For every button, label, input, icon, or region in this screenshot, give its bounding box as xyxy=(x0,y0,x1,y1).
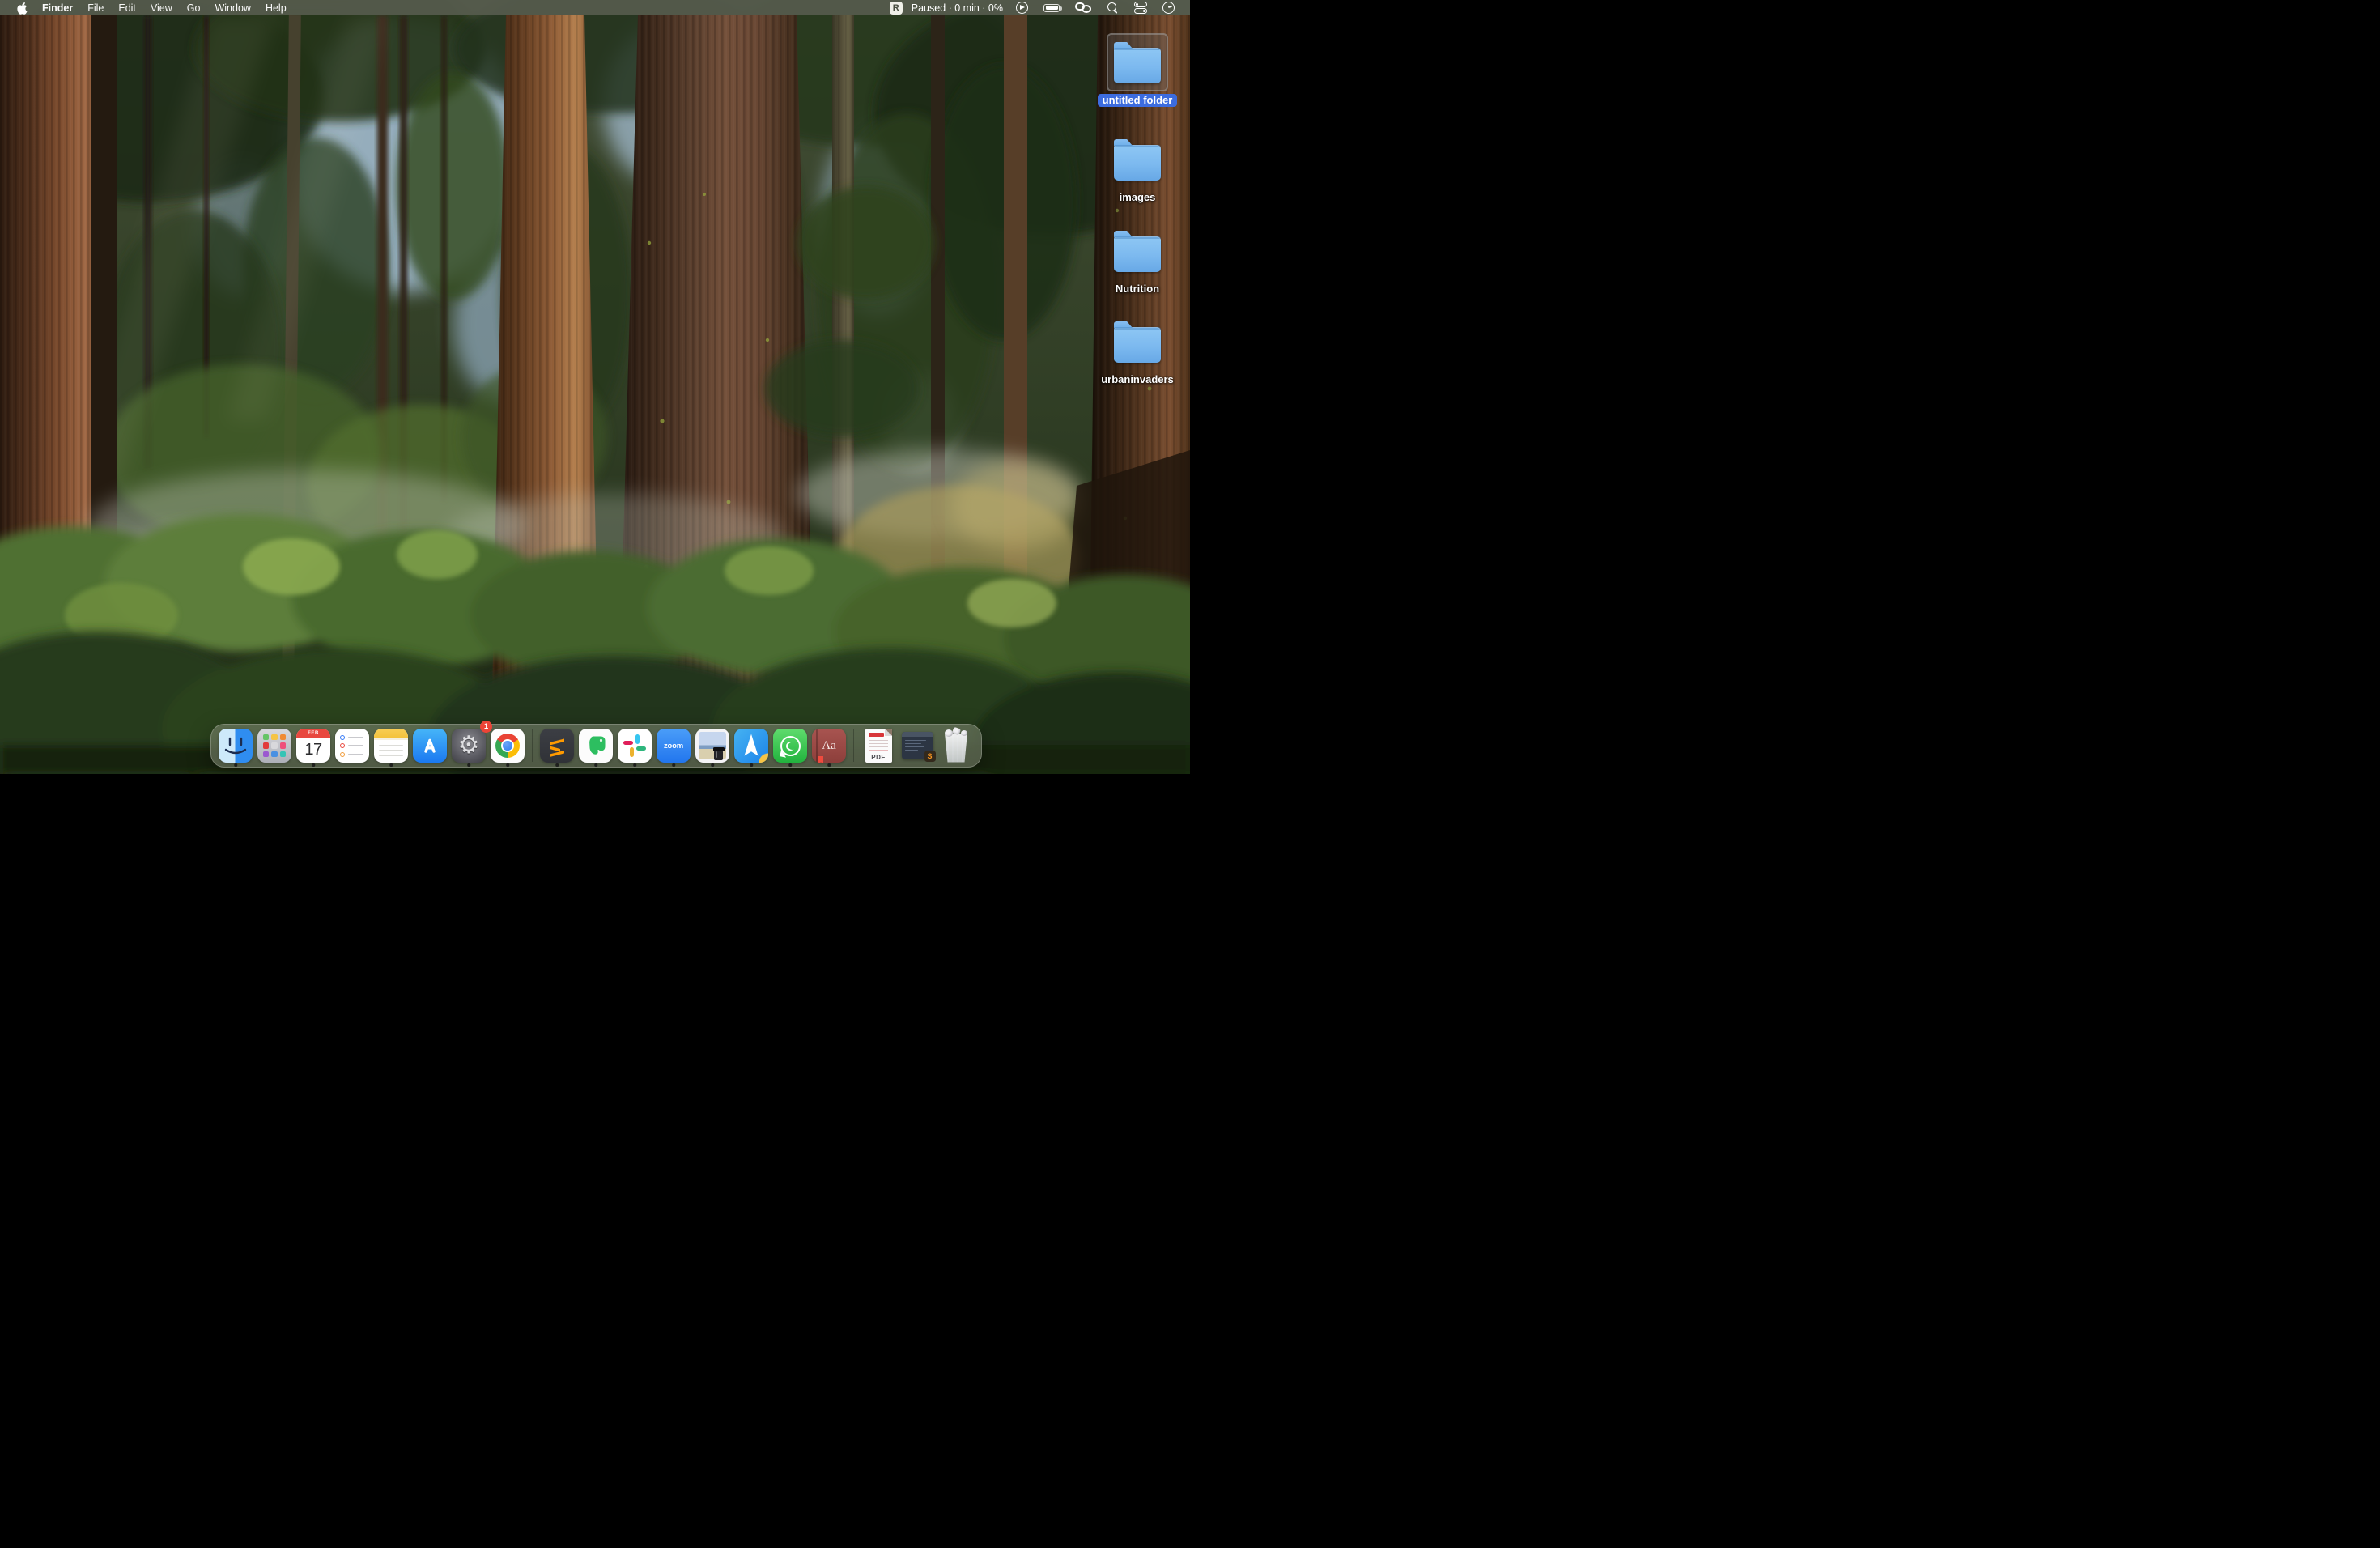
menu-go[interactable]: Go xyxy=(180,0,208,15)
calendar-month: FEB xyxy=(296,729,330,738)
dock-slack[interactable] xyxy=(615,724,654,768)
dock-zoom[interactable]: zoom xyxy=(654,724,693,768)
trash-full-icon xyxy=(942,729,971,763)
dock-app-store[interactable] xyxy=(410,724,449,768)
menu-finder[interactable]: Finder xyxy=(35,0,80,15)
tracker-status-text[interactable]: Paused · 0 min · 0% xyxy=(912,2,1003,14)
folder-icon xyxy=(1114,236,1161,272)
folder-label: untitled folder xyxy=(1098,94,1178,107)
dock: FEB 17 xyxy=(210,724,982,768)
dock-calendar[interactable]: FEB 17 xyxy=(294,724,333,768)
dock-trash[interactable] xyxy=(937,724,975,768)
menu-window[interactable]: Window xyxy=(207,0,257,15)
reminders-icon xyxy=(335,729,369,763)
minimized-sublime-window-icon: S xyxy=(902,732,933,759)
sublime-badge-icon: S xyxy=(924,751,936,762)
folder-label: urbaninvaders xyxy=(1101,373,1174,386)
wallpaper-forest xyxy=(0,0,1190,774)
dock-evernote[interactable] xyxy=(576,724,615,768)
folder-icon xyxy=(1114,327,1161,363)
battery-icon[interactable] xyxy=(1039,0,1064,15)
dictionary-icon: Aa xyxy=(812,729,846,763)
menu-bar: Finder File Edit View Go Window Help R P… xyxy=(0,0,1190,15)
control-center-icon[interactable] xyxy=(1130,0,1151,15)
dictionary-aa-label: Aa xyxy=(822,739,836,753)
image-viewer-icon xyxy=(695,729,729,763)
pdf-label: PDF xyxy=(865,754,892,761)
dock-minimized-window[interactable]: S xyxy=(898,724,937,768)
play-circle-icon[interactable] xyxy=(1012,0,1032,15)
dock-system-settings[interactable]: ⚙ 1 xyxy=(449,724,488,768)
spark-mail-icon xyxy=(734,729,768,763)
menu-edit[interactable]: Edit xyxy=(111,0,143,15)
link-icon[interactable] xyxy=(1071,0,1095,15)
dock-separator xyxy=(532,729,533,762)
dock-pdf-document[interactable]: PDF xyxy=(859,724,898,768)
dock-notes[interactable] xyxy=(372,724,410,768)
desktop-folder-urbaninvaders[interactable]: urbaninvaders xyxy=(1089,313,1186,386)
sublime-text-icon xyxy=(540,729,574,763)
chrome-icon xyxy=(491,729,525,763)
apple-menu[interactable] xyxy=(10,0,35,15)
menu-file[interactable]: File xyxy=(80,0,111,15)
launchpad-icon xyxy=(257,729,291,763)
dock-separator xyxy=(853,729,854,762)
dock-spark-mail[interactable] xyxy=(732,724,771,768)
dock-chrome[interactable] xyxy=(488,724,527,768)
folder-selection-box xyxy=(1107,33,1168,91)
spotlight-search-icon[interactable] xyxy=(1103,0,1123,15)
rewind-badge[interactable]: R xyxy=(890,2,903,15)
folder-label: images xyxy=(1120,191,1156,204)
desktop-folder-untitled[interactable]: untitled folder xyxy=(1089,33,1186,107)
notes-icon xyxy=(374,729,408,763)
gear-icon: ⚙ xyxy=(458,734,480,758)
finder-icon xyxy=(219,729,253,763)
dock-finder[interactable] xyxy=(216,724,255,768)
menu-help[interactable]: Help xyxy=(258,0,294,15)
system-settings-icon: ⚙ xyxy=(452,729,486,763)
dock-launchpad[interactable] xyxy=(255,724,294,768)
whatsapp-icon xyxy=(773,729,807,763)
notification-badge: 1 xyxy=(480,721,492,733)
menu-bar-status: R Paused · 0 min · 0% xyxy=(890,0,1190,15)
calendar-day: 17 xyxy=(296,738,330,763)
app-store-icon xyxy=(413,729,447,763)
dock-dictionary[interactable]: Aa xyxy=(810,724,848,768)
pdf-document-icon: PDF xyxy=(865,729,892,763)
slack-icon xyxy=(618,729,652,763)
dock-whatsapp[interactable] xyxy=(771,724,810,768)
evernote-icon xyxy=(579,729,613,763)
zoom-icon: zoom xyxy=(657,729,691,763)
folder-icon xyxy=(1114,48,1161,83)
folder-label: Nutrition xyxy=(1116,283,1159,296)
desktop-folder-images[interactable]: images xyxy=(1089,130,1186,204)
folder-icon xyxy=(1114,145,1161,181)
dock-sublime-text[interactable] xyxy=(538,724,576,768)
desktop-folder-nutrition[interactable]: Nutrition xyxy=(1089,222,1186,296)
inkwell-icon xyxy=(714,751,723,760)
apple-logo-icon xyxy=(17,2,28,15)
menu-bar-left: Finder File Edit View Go Window Help xyxy=(0,0,294,15)
dock-image-viewer[interactable] xyxy=(693,724,732,768)
zoom-wordmark: zoom xyxy=(664,742,683,751)
menu-view[interactable]: View xyxy=(143,0,180,15)
dock-reminders[interactable] xyxy=(333,724,372,768)
clock-icon[interactable] xyxy=(1158,0,1179,15)
macos-desktop: Finder File Edit View Go Window Help R P… xyxy=(0,0,1190,774)
calendar-icon: FEB 17 xyxy=(296,729,330,763)
